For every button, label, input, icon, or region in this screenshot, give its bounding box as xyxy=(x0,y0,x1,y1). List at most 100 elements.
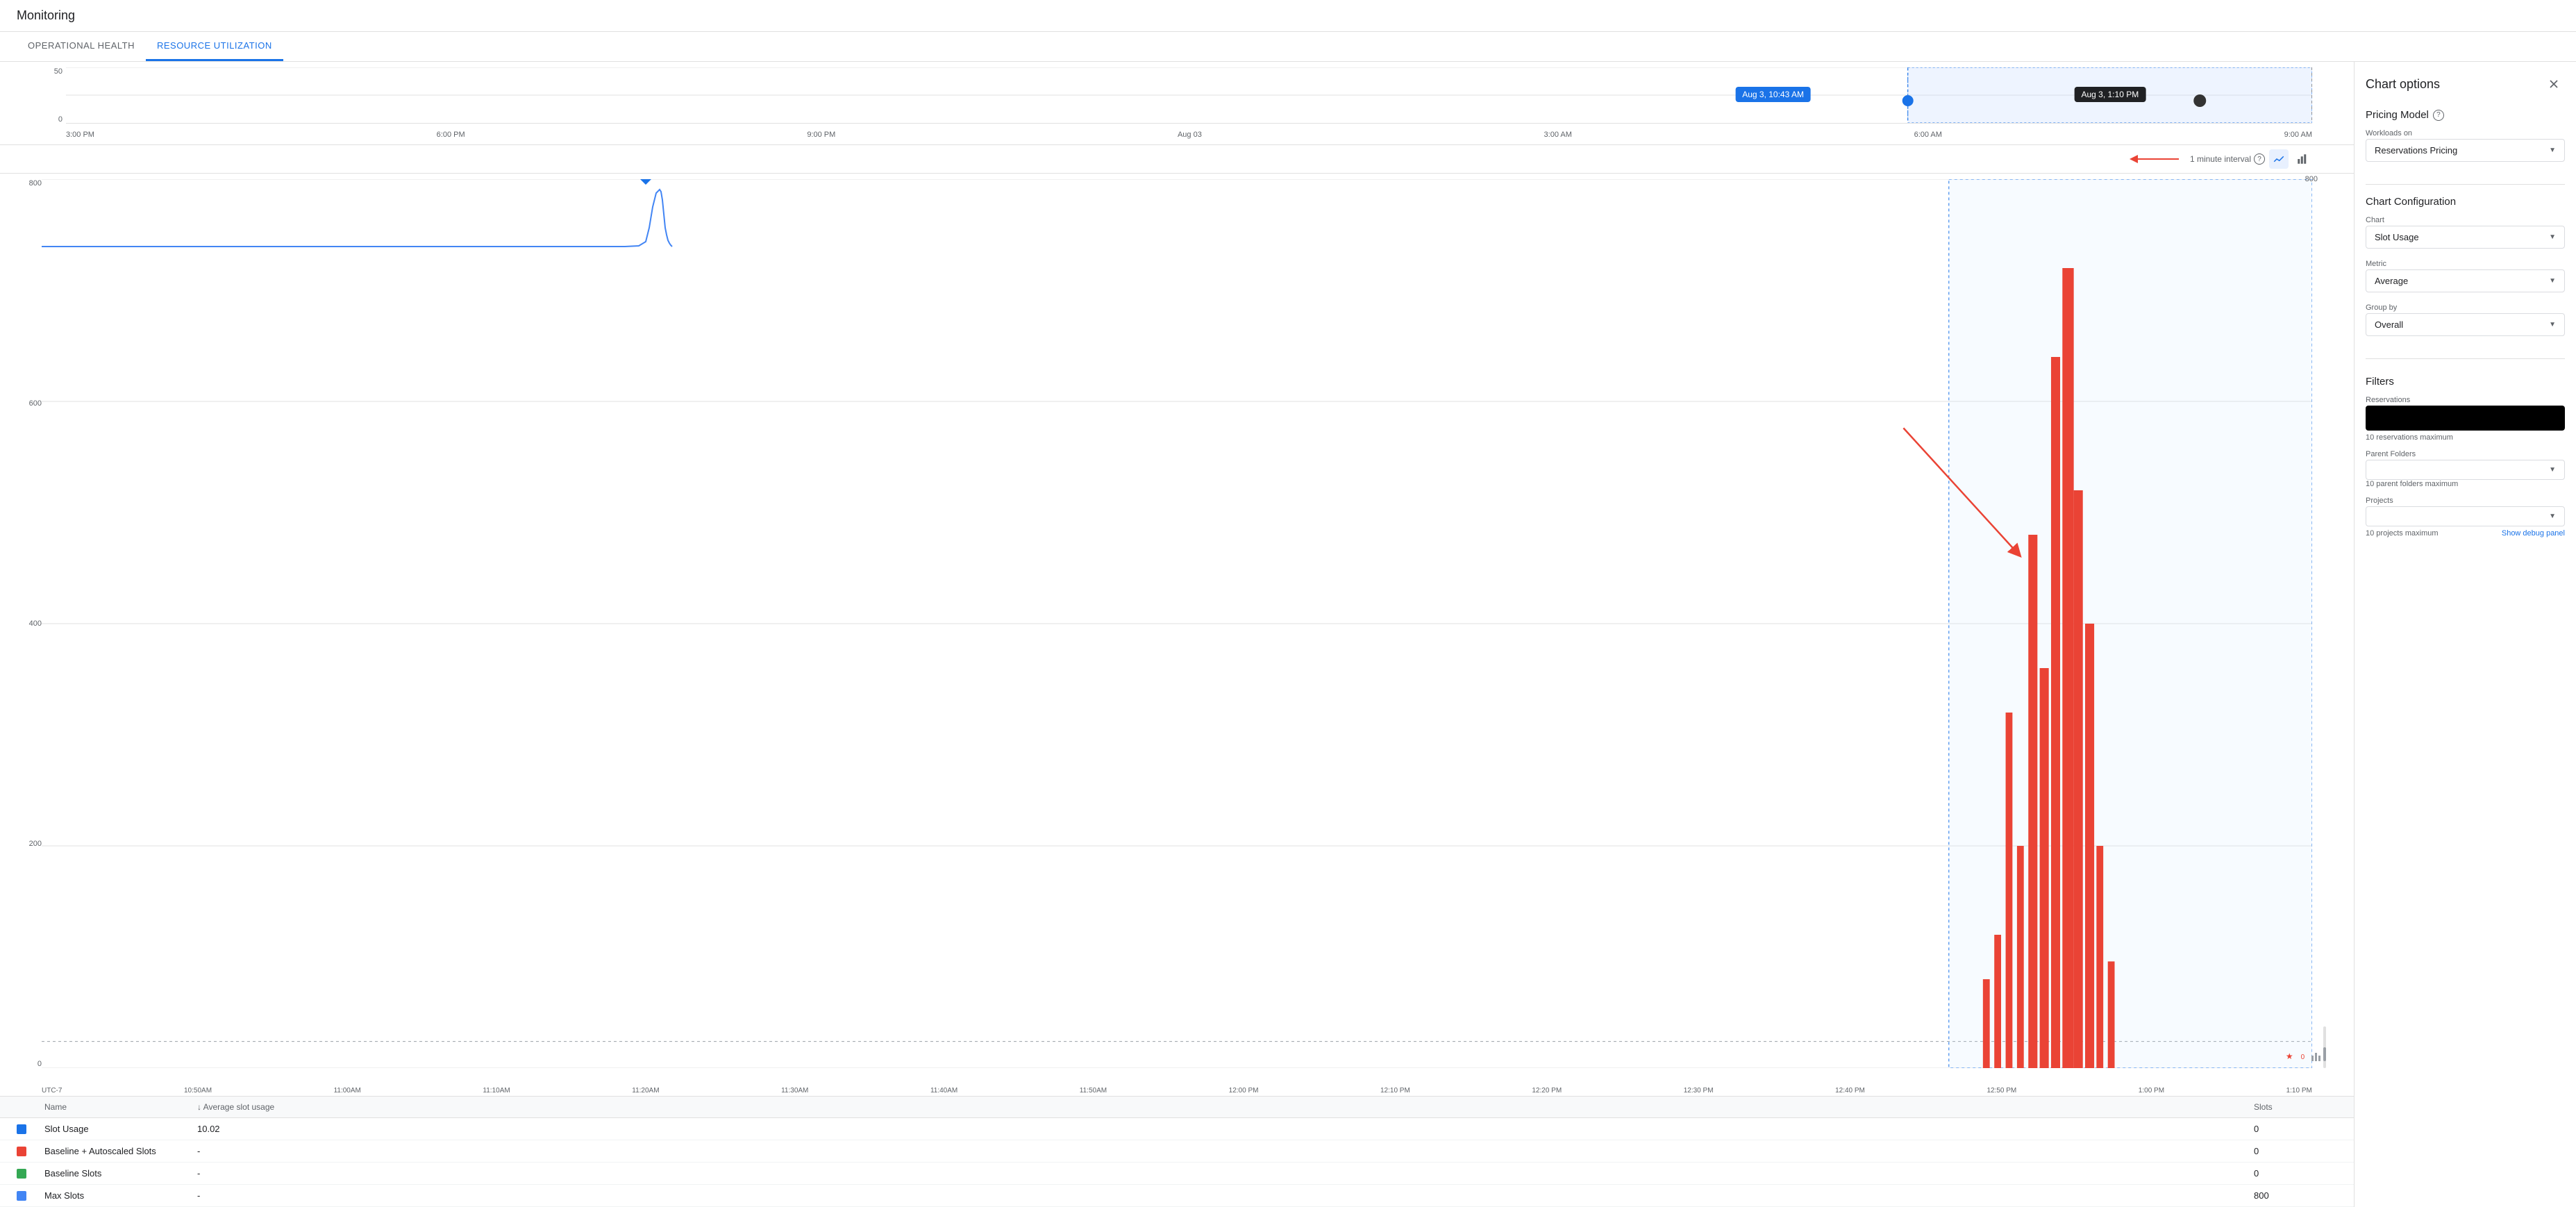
interval-text: 1 minute interval ? xyxy=(2190,153,2265,165)
mini-chart: 50 0 xyxy=(0,62,2354,145)
main-chart: 800 600 400 200 0 xyxy=(0,174,2354,1096)
table-row: Baseline + Autoscaled Slots - 0 xyxy=(0,1140,2354,1163)
mini-x-label-3: Aug 03 xyxy=(1178,131,1202,139)
mini-x-label-6: 9:00 AM xyxy=(2284,131,2312,139)
line-chart-btn[interactable] xyxy=(2269,149,2289,169)
x-1050: 10:50AM xyxy=(184,1087,212,1094)
projects-dropdown[interactable]: ▼ xyxy=(2366,506,2565,526)
tab-operational-health[interactable]: OPERATIONAL HEALTH xyxy=(17,32,146,61)
x-1110: 11:10AM xyxy=(483,1087,510,1094)
row-slots-0: 0 xyxy=(2254,1124,2337,1134)
reservations-input[interactable] xyxy=(2366,406,2565,431)
row-avg-1: - xyxy=(197,1146,2254,1156)
chart-svg-container: ★ 0 800 xyxy=(42,179,2312,1068)
parent-folders-hint: 10 parent folders maximum xyxy=(2366,480,2565,488)
x-110: 1:10 PM xyxy=(2286,1087,2312,1094)
row-name-2: Baseline Slots xyxy=(44,1168,197,1179)
col-name-header[interactable]: Name xyxy=(44,1102,197,1112)
svg-text:0: 0 xyxy=(2301,1054,2305,1061)
mini-x-label-2: 9:00 PM xyxy=(807,131,835,139)
reservations-label: Reservations xyxy=(2366,396,2565,404)
row-color-1 xyxy=(17,1147,26,1156)
x-1200: 12:00 PM xyxy=(1229,1087,1259,1094)
filters-title: Filters xyxy=(2366,376,2565,388)
row-avg-3: - xyxy=(197,1190,2254,1201)
y-label-200: 200 xyxy=(29,840,42,848)
table-row: Baseline Slots - 0 xyxy=(0,1163,2354,1185)
chart-max-label: 800 xyxy=(2305,175,2318,183)
interval-help-icon[interactable]: ? xyxy=(2254,153,2265,165)
tabs-container: OPERATIONAL HEALTH RESOURCE UTILIZATION xyxy=(0,32,2576,62)
chart-config-section-title: Chart Configuration xyxy=(2366,196,2565,208)
chart-x-axis: UTC-7 10:50AM 11:00AM 11:10AM 11:20AM 11… xyxy=(42,1087,2312,1094)
row-avg-0: 10.02 xyxy=(197,1124,2254,1134)
reservations-filter: Reservations 10 reservations maximum xyxy=(2366,396,2565,442)
projects-arrow: ▼ xyxy=(2549,513,2556,520)
debug-panel-link[interactable]: Show debug panel xyxy=(2502,529,2565,538)
parent-folders-filter: Parent Folders ▼ 10 parent folders maxim… xyxy=(2366,450,2565,488)
row-color-0 xyxy=(17,1124,26,1134)
chart-dropdown[interactable]: Slot Usage ▼ xyxy=(2366,226,2565,249)
right-panel: Chart options Pricing Model ? Workloads … xyxy=(2354,62,2576,1207)
x-1230: 12:30 PM xyxy=(1684,1087,1714,1094)
panel-header: Chart options xyxy=(2366,73,2565,95)
workloads-value: Reservations Pricing xyxy=(2375,145,2457,156)
groupby-label: Group by xyxy=(2366,303,2565,312)
x-1140: 11:40AM xyxy=(930,1087,957,1094)
x-1130: 11:30AM xyxy=(781,1087,808,1094)
groupby-value: Overall xyxy=(2375,319,2403,330)
x-1120: 11:20AM xyxy=(632,1087,659,1094)
section-divider-2 xyxy=(2366,358,2565,359)
chart-dropdown-group: Chart Slot Usage ▼ xyxy=(2366,216,2565,249)
x-100: 1:00 PM xyxy=(2139,1087,2164,1094)
workloads-dropdown[interactable]: Reservations Pricing ▼ xyxy=(2366,139,2565,162)
x-1210: 12:10 PM xyxy=(1380,1087,1410,1094)
col-slots-header: Slots xyxy=(2254,1102,2337,1112)
x-utc: UTC-7 xyxy=(42,1087,62,1094)
workloads-label: Workloads on xyxy=(2366,129,2565,138)
chart-y-axis: 800 600 400 200 0 xyxy=(14,179,42,1068)
metric-dropdown-group: Metric Average ▼ xyxy=(2366,260,2565,292)
data-table: Name ↓ Average slot usage Slots Slot Usa… xyxy=(0,1096,2354,1207)
parent-folders-arrow: ▼ xyxy=(2549,466,2556,474)
parent-folders-dropdown[interactable]: ▼ xyxy=(2366,460,2565,480)
row-avg-2: - xyxy=(197,1168,2254,1179)
interval-bar: 1 minute interval ? xyxy=(0,145,2354,174)
groupby-dropdown-group: Group by Overall ▼ xyxy=(2366,303,2565,336)
row-name-1: Baseline + Autoscaled Slots xyxy=(44,1146,197,1156)
bar-chart-btn[interactable] xyxy=(2293,149,2312,169)
x-1240: 12:40 PM xyxy=(1835,1087,1865,1094)
workloads-dropdown-arrow: ▼ xyxy=(2549,147,2556,154)
y-label-800: 800 xyxy=(29,179,42,188)
chart-value: Slot Usage xyxy=(2375,232,2419,242)
metric-dropdown[interactable]: Average ▼ xyxy=(2366,269,2565,292)
mini-x-label-1: 6:00 PM xyxy=(437,131,465,139)
col-avg-header[interactable]: ↓ Average slot usage xyxy=(197,1102,2254,1112)
chart-label: Chart xyxy=(2366,216,2565,224)
row-slots-1: 0 xyxy=(2254,1146,2337,1156)
panel-title: Chart options xyxy=(2366,77,2440,92)
x-1150: 11:50AM xyxy=(1080,1087,1107,1094)
table-row: Slot Usage 10.02 0 xyxy=(0,1118,2354,1140)
table-header: Name ↓ Average slot usage Slots xyxy=(0,1097,2354,1118)
chart-dropdown-arrow: ▼ xyxy=(2549,233,2556,241)
x-1220: 12:20 PM xyxy=(1532,1087,1562,1094)
projects-label: Projects xyxy=(2366,497,2565,505)
table-row: Max Slots - 800 xyxy=(0,1185,2354,1207)
mini-x-label-0: 3:00 PM xyxy=(66,131,94,139)
projects-hint: 10 projects maximum xyxy=(2366,529,2439,538)
groupby-dropdown[interactable]: Overall ▼ xyxy=(2366,313,2565,336)
tab-resource-utilization[interactable]: RESOURCE UTILIZATION xyxy=(146,32,283,61)
parent-folders-label: Parent Folders xyxy=(2366,450,2565,458)
tooltip-end: Aug 3, 1:10 PM xyxy=(2074,87,2146,102)
row-color-2 xyxy=(17,1169,26,1179)
svg-text:★: ★ xyxy=(2286,1051,2293,1061)
row-slots-2: 0 xyxy=(2254,1168,2337,1179)
row-slots-3: 800 xyxy=(2254,1190,2337,1201)
close-panel-button[interactable] xyxy=(2543,73,2565,95)
app-title: Monitoring xyxy=(17,8,2559,23)
pricing-model-help-icon[interactable]: ? xyxy=(2433,110,2444,121)
reservations-hint: 10 reservations maximum xyxy=(2366,433,2565,442)
projects-filter: Projects ▼ 10 projects maximum Show debu… xyxy=(2366,497,2565,538)
col-color-header xyxy=(17,1102,44,1112)
